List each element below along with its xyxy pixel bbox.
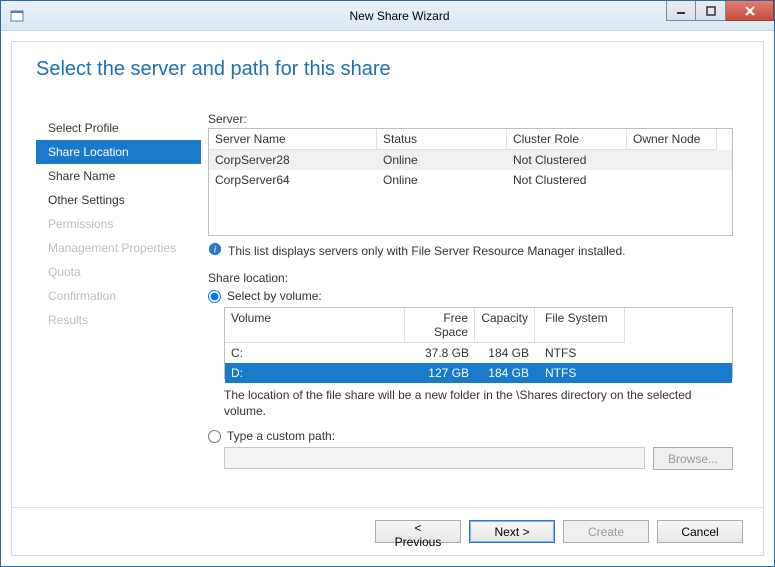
server-row[interactable]: CorpServer28OnlineNot Clustered (209, 150, 732, 170)
server-grid: Server NameStatusCluster RoleOwner Node … (208, 128, 733, 236)
browse-button[interactable]: Browse... (653, 447, 733, 470)
previous-button[interactable]: < Previous (375, 520, 461, 543)
next-button[interactable]: Next > (469, 520, 555, 543)
minimize-button[interactable] (666, 1, 696, 21)
custom-path-radio[interactable] (208, 430, 221, 443)
custom-path-label[interactable]: Type a custom path: (227, 429, 335, 443)
wizard-step-7: Confirmation (36, 284, 208, 308)
custom-path-input[interactable] (224, 447, 645, 469)
server-col-header[interactable]: Server Name (209, 129, 377, 150)
wizard-step-3[interactable]: Other Settings (36, 188, 208, 212)
volume-note: The location of the file share will be a… (224, 387, 733, 419)
volume-row[interactable]: C:37.8 GB184 GBNTFS (225, 343, 732, 363)
create-button[interactable]: Create (563, 520, 649, 543)
volume-col-header[interactable]: Volume (225, 308, 405, 343)
wizard-footer: < Previous Next > Create Cancel (12, 507, 763, 555)
server-col-header[interactable]: Owner Node (627, 129, 717, 150)
server-info-text: This list displays servers only with Fil… (228, 244, 625, 258)
server-label: Server: (208, 112, 733, 126)
window-frame: New Share Wizard Select the server and p… (0, 0, 775, 567)
select-by-volume-label[interactable]: Select by volume: (227, 289, 322, 303)
app-icon (9, 8, 25, 24)
wizard-steps: Select ProfileShare LocationShare NameOt… (12, 112, 208, 507)
maximize-button[interactable] (696, 1, 726, 21)
window-title: New Share Wizard (25, 9, 774, 23)
volume-row[interactable]: D:127 GB184 GBNTFS (225, 363, 732, 383)
wizard-step-1[interactable]: Share Location (36, 140, 201, 164)
close-button[interactable] (726, 1, 774, 21)
share-location-label: Share location: (208, 271, 733, 285)
page-heading: Select the server and path for this shar… (12, 42, 763, 81)
wizard-step-4: Permissions (36, 212, 208, 236)
cancel-button[interactable]: Cancel (657, 520, 743, 543)
server-col-header[interactable]: Status (377, 129, 507, 150)
wizard-step-2[interactable]: Share Name (36, 164, 208, 188)
wizard-step-5: Management Properties (36, 236, 208, 260)
select-by-volume-radio[interactable] (208, 290, 221, 303)
wizard-step-0[interactable]: Select Profile (36, 116, 208, 140)
info-icon: i (208, 242, 222, 259)
wizard-step-8: Results (36, 308, 208, 332)
volume-grid: VolumeFree SpaceCapacityFile System C:37… (224, 307, 733, 379)
volume-col-header[interactable]: Capacity (475, 308, 535, 343)
volume-col-header[interactable]: Free Space (405, 308, 475, 343)
titlebar[interactable]: New Share Wizard (1, 1, 774, 31)
volume-col-header[interactable]: File System (535, 308, 625, 343)
server-col-header[interactable]: Cluster Role (507, 129, 627, 150)
wizard-step-6: Quota (36, 260, 208, 284)
server-row[interactable]: CorpServer64OnlineNot Clustered (209, 170, 732, 190)
